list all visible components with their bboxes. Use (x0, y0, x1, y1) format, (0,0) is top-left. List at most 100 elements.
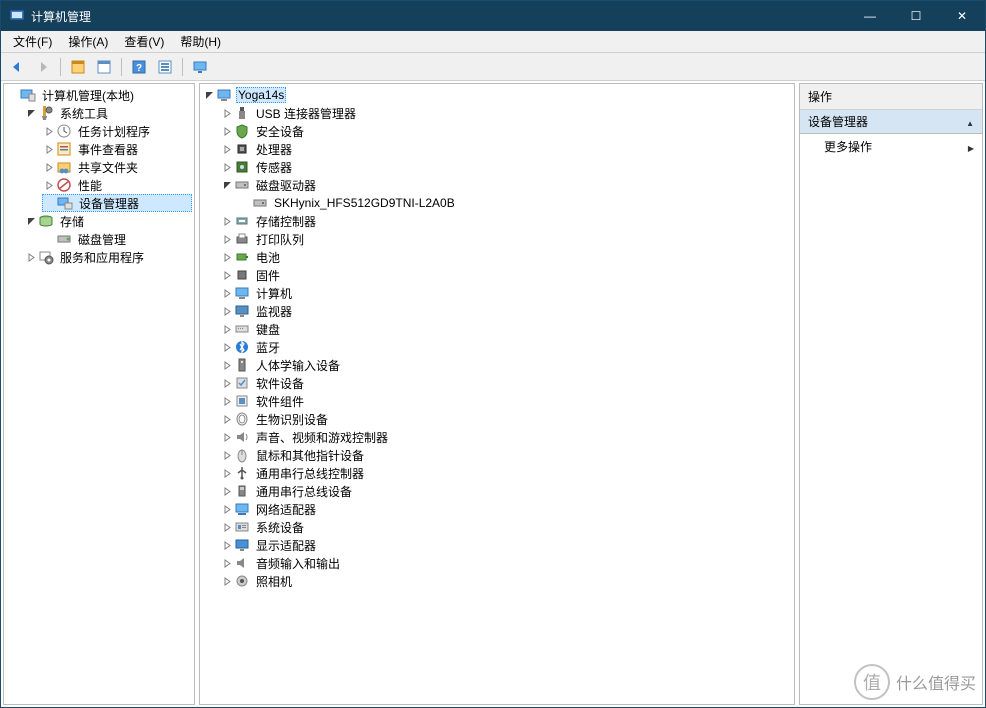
console-tree[interactable]: 计算机管理(本地) 系统工具 任务计划程序 (6, 86, 192, 266)
tree-label: 处理器 (254, 141, 294, 158)
collapse-arrow-icon[interactable] (220, 286, 234, 300)
device-category-monitors[interactable]: 监视器 (220, 302, 792, 320)
device-category-system-devices[interactable]: 系统设备 (220, 518, 792, 536)
device-category-display-adapters[interactable]: 显示适配器 (220, 536, 792, 554)
collapse-arrow-icon[interactable] (220, 556, 234, 570)
device-category-software-components[interactable]: 软件组件 (220, 392, 792, 410)
collapse-arrow-icon[interactable] (42, 142, 56, 156)
device-category-usb-devices[interactable]: 通用串行总线设备 (220, 482, 792, 500)
device-category-computer[interactable]: 计算机 (220, 284, 792, 302)
collapse-arrow-icon[interactable] (220, 268, 234, 282)
tree-event-viewer[interactable]: 事件查看器 (42, 140, 192, 158)
collapse-arrow-icon[interactable] (220, 250, 234, 264)
window-controls: — ☐ ✕ (847, 1, 985, 31)
tree-label: SKHynix_HFS512GD9TNI-L2A0B (272, 196, 457, 210)
collapse-arrow-icon[interactable] (220, 466, 234, 480)
device-category-print-queues[interactable]: 打印队列 (220, 230, 792, 248)
collapse-arrow-icon[interactable] (220, 214, 234, 228)
collapse-arrow-icon[interactable] (220, 448, 234, 462)
menu-action[interactable]: 操作(A) (60, 31, 116, 52)
collapse-arrow-icon[interactable] (220, 376, 234, 390)
monitor-button[interactable] (188, 56, 212, 78)
collapse-arrow-icon[interactable] (220, 430, 234, 444)
expand-arrow-icon[interactable] (24, 214, 38, 228)
collapse-arrow-icon[interactable] (220, 502, 234, 516)
close-button[interactable]: ✕ (939, 1, 985, 31)
back-button[interactable] (5, 56, 29, 78)
collapse-arrow-icon[interactable] (220, 340, 234, 354)
collapse-arrow-icon[interactable] (220, 538, 234, 552)
device-category-sensors[interactable]: 传感器 (220, 158, 792, 176)
center-pane: Yoga14s USB 连接器管理器安全设备处理器传感器磁盘驱动器 SKHynix… (199, 83, 795, 705)
device-category-usb-controllers[interactable]: 通用串行总线控制器 (220, 464, 792, 482)
collapse-arrow-icon[interactable] (220, 322, 234, 336)
collapse-arrow-icon[interactable] (24, 250, 38, 264)
collapse-arrow-icon[interactable] (220, 520, 234, 534)
collapse-arrow-icon[interactable] (220, 142, 234, 156)
device-category-security-devices[interactable]: 安全设备 (220, 122, 792, 140)
actions-group-device-manager[interactable]: 设备管理器 (800, 110, 982, 134)
device-category-software-devices[interactable]: 软件设备 (220, 374, 792, 392)
tree-task-scheduler[interactable]: 任务计划程序 (42, 122, 192, 140)
collapse-arrow-icon[interactable] (220, 412, 234, 426)
device-category-batteries[interactable]: 电池 (220, 248, 792, 266)
forward-button[interactable] (31, 56, 55, 78)
action-more-actions[interactable]: 更多操作 (800, 134, 982, 159)
device-category-mice-pointing[interactable]: 鼠标和其他指针设备 (220, 446, 792, 464)
collapse-arrow-icon[interactable] (220, 304, 234, 318)
collapse-arrow-icon[interactable] (220, 232, 234, 246)
tree-performance[interactable]: 性能 (42, 176, 192, 194)
tree-device-manager[interactable]: 设备管理器 (42, 194, 192, 212)
tree-label: 声音、视频和游戏控制器 (254, 429, 390, 446)
menu-view[interactable]: 查看(V) (116, 31, 172, 52)
collapse-arrow-icon[interactable] (220, 124, 234, 138)
collapse-arrow-icon[interactable] (220, 574, 234, 588)
collapse-arrow-icon[interactable] (42, 160, 56, 174)
show-hide-tree-button[interactable] (66, 56, 90, 78)
expand-arrow-icon[interactable] (24, 106, 38, 120)
device-root[interactable]: Yoga14s (202, 86, 792, 104)
device-category-bluetooth[interactable]: 蓝牙 (220, 338, 792, 356)
device-disk-0[interactable]: SKHynix_HFS512GD9TNI-L2A0B (238, 194, 792, 212)
device-category-cameras[interactable]: 照相机 (220, 572, 792, 590)
device-category-storage-controllers[interactable]: 存储控制器 (220, 212, 792, 230)
expand-arrow-icon[interactable] (220, 178, 234, 192)
device-category-usb-connectors[interactable]: USB 连接器管理器 (220, 104, 792, 122)
device-category-network-adapters[interactable]: 网络适配器 (220, 500, 792, 518)
tree-services-apps[interactable]: 服务和应用程序 (24, 248, 192, 266)
device-category-firmware[interactable]: 固件 (220, 266, 792, 284)
device-category-keyboards[interactable]: 键盘 (220, 320, 792, 338)
collapse-arrow-icon[interactable] (220, 484, 234, 498)
collapse-arrow-icon[interactable] (42, 124, 56, 138)
tree-system-tools[interactable]: 系统工具 (24, 104, 192, 122)
toolbar: ? (1, 53, 985, 81)
collapse-arrow-icon[interactable] (220, 106, 234, 120)
tree-label: 键盘 (254, 321, 282, 338)
collapse-arrow-icon[interactable] (42, 178, 56, 192)
maximize-button[interactable]: ☐ (893, 1, 939, 31)
help-button[interactable]: ? (127, 56, 151, 78)
refresh-button[interactable] (153, 56, 177, 78)
device-tree[interactable]: Yoga14s USB 连接器管理器安全设备处理器传感器磁盘驱动器 SKHynix… (202, 86, 792, 590)
properties-button[interactable] (92, 56, 116, 78)
device-category-processors[interactable]: 处理器 (220, 140, 792, 158)
menu-help[interactable]: 帮助(H) (172, 31, 229, 52)
tree-disk-management[interactable]: 磁盘管理 (42, 230, 192, 248)
mice-pointing-icon (234, 447, 250, 463)
tree-shared-folders[interactable]: 共享文件夹 (42, 158, 192, 176)
menu-file[interactable]: 文件(F) (5, 31, 60, 52)
device-category-human-interface-devices[interactable]: 人体学输入设备 (220, 356, 792, 374)
expand-arrow-icon[interactable] (202, 88, 216, 102)
device-category-disk-drives[interactable]: 磁盘驱动器 (220, 176, 792, 194)
tree-root-computer-management[interactable]: 计算机管理(本地) (6, 86, 192, 104)
tree-label: 传感器 (254, 159, 294, 176)
collapse-arrow-icon[interactable] (220, 358, 234, 372)
minimize-button[interactable]: — (847, 1, 893, 31)
collapse-arrow-icon[interactable] (220, 394, 234, 408)
tree-storage[interactable]: 存储 (24, 212, 192, 230)
device-category-sound-video-game[interactable]: 声音、视频和游戏控制器 (220, 428, 792, 446)
tree-label: 固件 (254, 267, 282, 284)
device-category-audio-io[interactable]: 音频输入和输出 (220, 554, 792, 572)
collapse-arrow-icon[interactable] (220, 160, 234, 174)
device-category-biometric-devices[interactable]: 生物识别设备 (220, 410, 792, 428)
